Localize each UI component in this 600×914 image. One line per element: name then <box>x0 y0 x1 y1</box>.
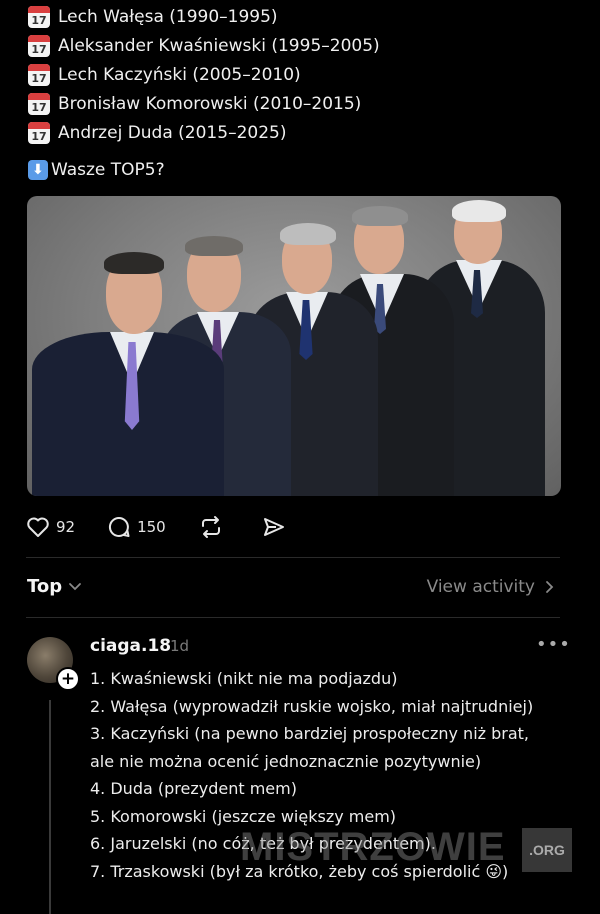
list-item: 17 Aleksander Kwaśniewski (1995–2005) <box>28 31 380 60</box>
divider <box>26 617 560 618</box>
post-question: ⬇ Wasze TOP5? <box>28 160 165 180</box>
list-item-text: Andrzej Duda (2015–2025) <box>58 122 287 143</box>
calendar-icon: 17 <box>28 63 50 86</box>
reply-line: ale nie można ocenić jednoznacznie pozyt… <box>90 751 482 771</box>
calendar-icon: 17 <box>28 121 50 144</box>
view-activity-link[interactable]: View activity <box>427 577 554 597</box>
repost-icon <box>201 516 220 538</box>
view-activity-label: View activity <box>426 577 535 597</box>
share-button[interactable] <box>262 515 292 539</box>
question-text: Wasze TOP5? <box>51 160 165 180</box>
calendar-icon: 17 <box>28 5 50 28</box>
list-item: 17 Lech Kaczyński (2005–2010) <box>28 60 380 89</box>
down-arrow-icon: ⬇ <box>28 160 48 180</box>
chevron-down-icon <box>69 582 82 590</box>
reply-timestamp: 1d <box>170 637 190 655</box>
list-item: 17 Andrzej Duda (2015–2025) <box>28 118 380 147</box>
reply-username[interactable]: ciaga.18 <box>90 636 171 656</box>
calendar-icon: 17 <box>28 34 50 57</box>
like-button[interactable]: 92 <box>26 516 75 538</box>
list-item: 17 Bronisław Komorowski (2010–2015) <box>28 89 380 118</box>
list-item-text: Lech Wałęsa (1990–1995) <box>58 6 278 27</box>
repost-button[interactable] <box>198 515 230 539</box>
calendar-icon: 17 <box>28 92 50 115</box>
send-icon <box>263 518 284 536</box>
sort-label: Top <box>27 576 63 597</box>
thread-line <box>49 700 51 914</box>
post-actions: 92 150 <box>26 512 324 542</box>
list-item-text: Aleksander Kwaśniewski (1995–2005) <box>58 35 380 56</box>
more-options-icon[interactable]: ••• <box>536 634 571 655</box>
list-item-text: Lech Kaczyński (2005–2010) <box>58 64 301 85</box>
list-item-text: Bronisław Komorowski (2010–2015) <box>58 93 362 114</box>
comment-icon <box>109 516 130 537</box>
watermark: MISTRZOWIE <box>240 825 506 869</box>
watermark-badge: .ORG <box>522 828 572 872</box>
comment-count: 150 <box>137 518 166 536</box>
heart-icon <box>27 517 49 537</box>
reply-line: 2. Wałęsa (wyprowadził ruskie wojsko, mi… <box>90 696 534 716</box>
president-list: 17 Lech Wałęsa (1990–1995) 17 Aleksander… <box>28 2 380 147</box>
reply-line: 1. Kwaśniewski (nikt nie ma podjazdu) <box>90 669 398 688</box>
post-image[interactable] <box>27 196 561 496</box>
like-count: 92 <box>56 518 76 536</box>
reply-line: 3. Kaczyński (na pewno bardziej prospołe… <box>90 724 530 743</box>
reply-line: 4. Duda (prezydent mem) <box>90 779 297 798</box>
divider <box>26 557 560 558</box>
sort-dropdown[interactable]: Top <box>27 576 82 597</box>
comment-button[interactable]: 150 <box>107 515 166 539</box>
list-item: 17 Lech Wałęsa (1990–1995) <box>28 2 380 31</box>
follow-plus-icon[interactable]: + <box>56 667 80 691</box>
person-figure <box>32 196 232 496</box>
chevron-right-icon <box>546 581 554 593</box>
